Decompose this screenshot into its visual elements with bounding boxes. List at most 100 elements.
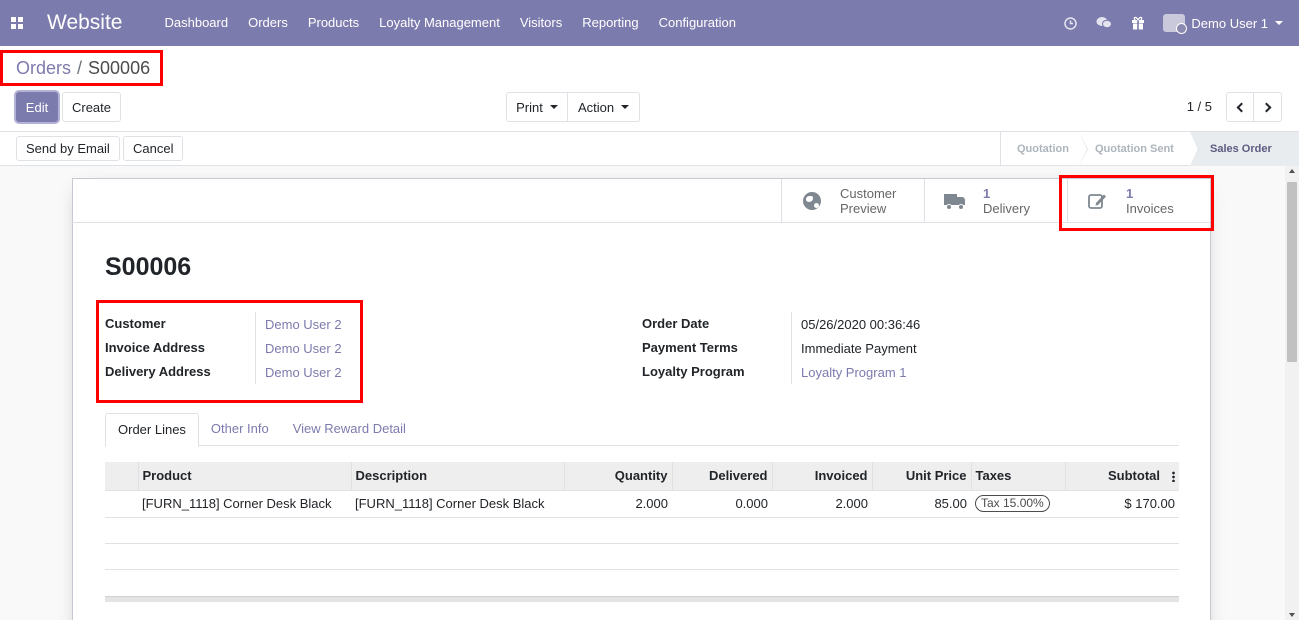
table-row[interactable]: [FURN_1118] Corner Desk Black [FURN_1118… xyxy=(105,490,1179,518)
field-label: Payment Terms xyxy=(642,336,792,360)
empty-row xyxy=(105,518,1179,544)
field-customer: Customer Demo User 2 xyxy=(105,312,342,336)
cell-unit-price[interactable]: 85.00 xyxy=(872,490,971,518)
order-lines-table: Product Description Quantity Delivered I… xyxy=(105,462,1179,518)
cancel-button[interactable]: Cancel xyxy=(123,136,184,161)
cell-product[interactable]: [FURN_1118] Corner Desk Black xyxy=(138,490,351,518)
invoices-button[interactable]: 1 Invoices xyxy=(1067,179,1210,223)
scroll-down-arrow-icon[interactable] xyxy=(1289,613,1295,617)
order-info-fields: Order Date 05/26/2020 00:36:46 Payment T… xyxy=(642,312,920,384)
table-footer xyxy=(105,596,1179,602)
action-label: Action xyxy=(577,99,615,115)
delivery-count: 1 xyxy=(983,186,991,201)
pager-next-button[interactable] xyxy=(1254,92,1282,122)
cell-taxes[interactable]: Tax 15.00% xyxy=(971,490,1065,518)
cell-quantity[interactable]: 2.000 xyxy=(564,490,672,518)
field-loyalty-program: Loyalty Program Loyalty Program 1 xyxy=(642,360,920,384)
control-panel: Orders / S00006 Edit Create Print Action… xyxy=(0,46,1299,132)
page-scrollbar[interactable] xyxy=(1285,166,1299,620)
optional-columns-icon[interactable] xyxy=(1172,471,1175,483)
column-header-description[interactable]: Description xyxy=(351,462,565,491)
clock-icon[interactable] xyxy=(1053,0,1087,46)
invoice-address-link[interactable]: Demo User 2 xyxy=(256,341,342,356)
record-title: S00006 xyxy=(105,253,192,281)
breadcrumb-orders-link[interactable]: Orders xyxy=(16,58,71,79)
column-header-taxes[interactable]: Taxes xyxy=(971,462,1066,491)
column-header-product[interactable]: Product xyxy=(138,462,352,491)
customer-link[interactable]: Demo User 2 xyxy=(256,317,342,332)
user-menu[interactable]: Demo User 1 xyxy=(1155,14,1299,34)
create-button[interactable]: Create xyxy=(62,92,121,122)
pager-value[interactable]: 1 / 5 xyxy=(1187,99,1212,114)
table-header-row: Product Description Quantity Delivered I… xyxy=(105,462,1179,491)
order-date-value: 05/26/2020 00:36:46 xyxy=(801,316,921,332)
chevron-down-icon xyxy=(1275,21,1283,25)
statusbar: Send by Email Cancel Quotation Quotation… xyxy=(0,132,1299,166)
field-invoice-address: Invoice Address Demo User 2 xyxy=(105,336,342,360)
tax-badge: Tax 15.00% xyxy=(975,495,1050,512)
customer-preview-line1: Customer xyxy=(840,186,897,201)
menu-item-loyalty-management[interactable]: Loyalty Management xyxy=(369,0,510,46)
field-delivery-address: Delivery Address Demo User 2 xyxy=(105,360,342,384)
gift-icon[interactable] xyxy=(1121,0,1155,46)
cell-description[interactable]: [FURN_1118] Corner Desk Black xyxy=(351,490,564,518)
column-header-delivered[interactable]: Delivered xyxy=(672,462,773,491)
menu-item-visitors[interactable]: Visitors xyxy=(510,0,572,46)
invoices-count: 1 xyxy=(1126,186,1134,201)
cell-delivered[interactable]: 0.000 xyxy=(672,490,772,518)
edit-button[interactable]: Edit xyxy=(16,92,58,122)
chat-icon[interactable] xyxy=(1087,0,1121,46)
field-label: Invoice Address xyxy=(105,336,256,360)
column-header-subtotal[interactable]: Subtotal xyxy=(1065,462,1179,491)
scroll-thumb[interactable] xyxy=(1287,182,1297,362)
cell-subtotal: $ 170.00 xyxy=(1065,490,1179,518)
column-header-invoiced[interactable]: Invoiced xyxy=(772,462,873,491)
tab-order-lines[interactable]: Order Lines xyxy=(105,413,199,447)
delivery-address-link[interactable]: Demo User 2 xyxy=(256,365,342,380)
field-payment-terms: Payment Terms Immediate Payment xyxy=(642,336,920,360)
pager-previous-button[interactable] xyxy=(1226,92,1254,122)
empty-row xyxy=(105,544,1179,570)
main-menu: Dashboard Orders Products Loyalty Manage… xyxy=(154,0,745,46)
apps-menu-icon[interactable] xyxy=(0,0,34,46)
column-header-unit-price[interactable]: Unit Price xyxy=(872,462,972,491)
cell-invoiced[interactable]: 2.000 xyxy=(772,490,872,518)
menu-item-products[interactable]: Products xyxy=(298,0,369,46)
column-header-quantity[interactable]: Quantity xyxy=(564,462,673,491)
print-dropdown[interactable]: Print xyxy=(506,92,568,122)
customer-preview-line2: Preview xyxy=(840,201,887,216)
stage-quotation[interactable]: Quotation xyxy=(1001,132,1088,166)
menu-item-configuration[interactable]: Configuration xyxy=(649,0,746,46)
tab-other-info[interactable]: Other Info xyxy=(199,413,281,446)
breadcrumb-current: S00006 xyxy=(88,58,151,78)
stage-sales-order[interactable]: Sales Order xyxy=(1190,132,1299,166)
stage-quotation-sent[interactable]: Quotation Sent xyxy=(1079,132,1199,166)
field-label: Loyalty Program xyxy=(642,360,792,384)
loyalty-program-link[interactable]: Loyalty Program 1 xyxy=(792,365,907,380)
globe-icon xyxy=(798,192,826,210)
action-dropdown[interactable]: Action xyxy=(568,92,640,122)
send-by-email-button[interactable]: Send by Email xyxy=(16,136,120,161)
customer-fields: Customer Demo User 2 Invoice Address Dem… xyxy=(105,312,342,384)
breadcrumb-separator: / xyxy=(77,58,83,78)
top-navbar: Website Dashboard Orders Products Loyalt… xyxy=(0,0,1299,46)
delivery-label: Delivery xyxy=(983,201,1030,216)
menu-item-orders[interactable]: Orders xyxy=(238,0,298,46)
tab-view-reward-detail[interactable]: View Reward Detail xyxy=(281,413,418,446)
pager-buttons xyxy=(1226,92,1282,122)
invoices-label: Invoices xyxy=(1126,201,1174,216)
chevron-down-icon xyxy=(621,105,630,109)
app-brand: Website xyxy=(47,11,123,34)
stage-pipeline: Quotation Quotation Sent Sales Order xyxy=(1000,132,1299,166)
customer-preview-button[interactable]: Customer Preview xyxy=(781,179,924,223)
delivery-button[interactable]: 1 Delivery xyxy=(924,179,1067,223)
field-label: Order Date xyxy=(642,312,792,336)
scroll-up-arrow-icon[interactable] xyxy=(1289,169,1295,173)
menu-item-dashboard[interactable]: Dashboard xyxy=(154,0,238,46)
payment-terms-value: Immediate Payment xyxy=(801,340,917,356)
row-handle xyxy=(105,490,138,518)
menu-item-reporting[interactable]: Reporting xyxy=(572,0,648,46)
truck-icon xyxy=(941,193,969,210)
chevron-down-icon xyxy=(549,105,558,109)
print-action-group: Print Action xyxy=(506,92,640,122)
